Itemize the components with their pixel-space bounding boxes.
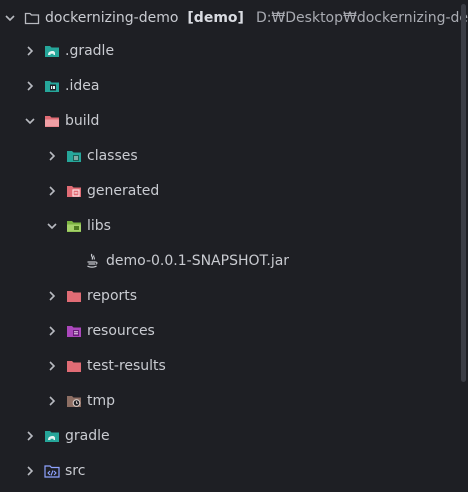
folder-icon — [66, 358, 82, 374]
gradle-folder-icon — [44, 428, 60, 444]
idea-folder-icon — [44, 78, 60, 94]
tree-row-generated[interactable]: generated — [0, 173, 468, 208]
chevron-right-icon[interactable] — [44, 183, 60, 199]
chevron-down-icon[interactable] — [2, 10, 18, 26]
libs-folder-open-icon — [66, 218, 82, 234]
classes-folder-icon — [66, 148, 82, 164]
folder-label: libs — [87, 217, 111, 234]
tree-row-resources[interactable]: resources — [0, 313, 468, 348]
folder-label: build — [65, 112, 100, 129]
generated-folder-icon — [66, 183, 82, 199]
chevron-right-icon[interactable] — [22, 78, 38, 94]
chevron-right-icon[interactable] — [44, 288, 60, 304]
folder-label: reports — [87, 287, 138, 304]
folder-label: tmp — [87, 392, 116, 409]
tree-row-build[interactable]: build — [0, 103, 468, 138]
folder-label: classes — [87, 147, 138, 164]
folder-label: src — [65, 462, 86, 479]
chevron-right-icon[interactable] — [22, 43, 38, 59]
chevron-right-icon[interactable] — [22, 428, 38, 444]
tree-row-idea[interactable]: .idea — [0, 68, 468, 103]
folder-label: .gradle — [65, 42, 115, 59]
tree-row-jar-file[interactable]: demo-0.0.1-SNAPSHOT.jar — [0, 243, 468, 278]
folder-icon — [24, 10, 40, 26]
tree-row-test-results[interactable]: test-results — [0, 348, 468, 383]
tree-row-classes[interactable]: classes — [0, 138, 468, 173]
build-folder-open-icon — [44, 113, 60, 129]
folder-label: generated — [87, 182, 160, 199]
tree-row-tmp[interactable]: tmp — [0, 383, 468, 418]
resources-folder-icon — [66, 323, 82, 339]
tree-row-reports[interactable]: reports — [0, 278, 468, 313]
tree-row-libs[interactable]: libs — [0, 208, 468, 243]
chevron-right-icon[interactable] — [22, 463, 38, 479]
chevron-down-icon[interactable] — [44, 218, 60, 234]
gradle-folder-icon — [44, 43, 60, 59]
project-path: D:₩Desktop₩dockernizing-demo — [255, 9, 468, 26]
chevron-right-icon[interactable] — [44, 393, 60, 409]
tree-row-dot-gradle[interactable]: .gradle — [0, 33, 468, 68]
tree-row-root[interactable]: dockernizing-demo [demo] D:₩Desktop₩dock… — [0, 0, 468, 35]
tree-row-src[interactable]: src — [0, 453, 468, 488]
file-label: demo-0.0.1-SNAPSHOT.jar — [106, 252, 290, 269]
folder-label: gradle — [65, 427, 110, 444]
chevron-down-icon[interactable] — [22, 113, 38, 129]
vertical-scrollbar[interactable] — [461, 4, 466, 382]
src-folder-icon — [44, 463, 60, 479]
project-tree-panel: dockernizing-demo [demo] D:₩Desktop₩dock… — [0, 0, 468, 492]
module-tag: [demo] — [187, 9, 244, 26]
project-name: dockernizing-demo — [45, 9, 179, 26]
folder-label: .idea — [65, 77, 100, 94]
chevron-right-icon[interactable] — [44, 323, 60, 339]
tree-row-gradle[interactable]: gradle — [0, 418, 468, 453]
folder-label: test-results — [87, 357, 166, 374]
java-icon — [84, 253, 100, 269]
chevron-right-icon[interactable] — [44, 358, 60, 374]
chevron-right-icon[interactable] — [44, 148, 60, 164]
tmp-folder-icon — [66, 393, 82, 409]
folder-icon — [66, 288, 82, 304]
folder-label: resources — [87, 322, 155, 339]
